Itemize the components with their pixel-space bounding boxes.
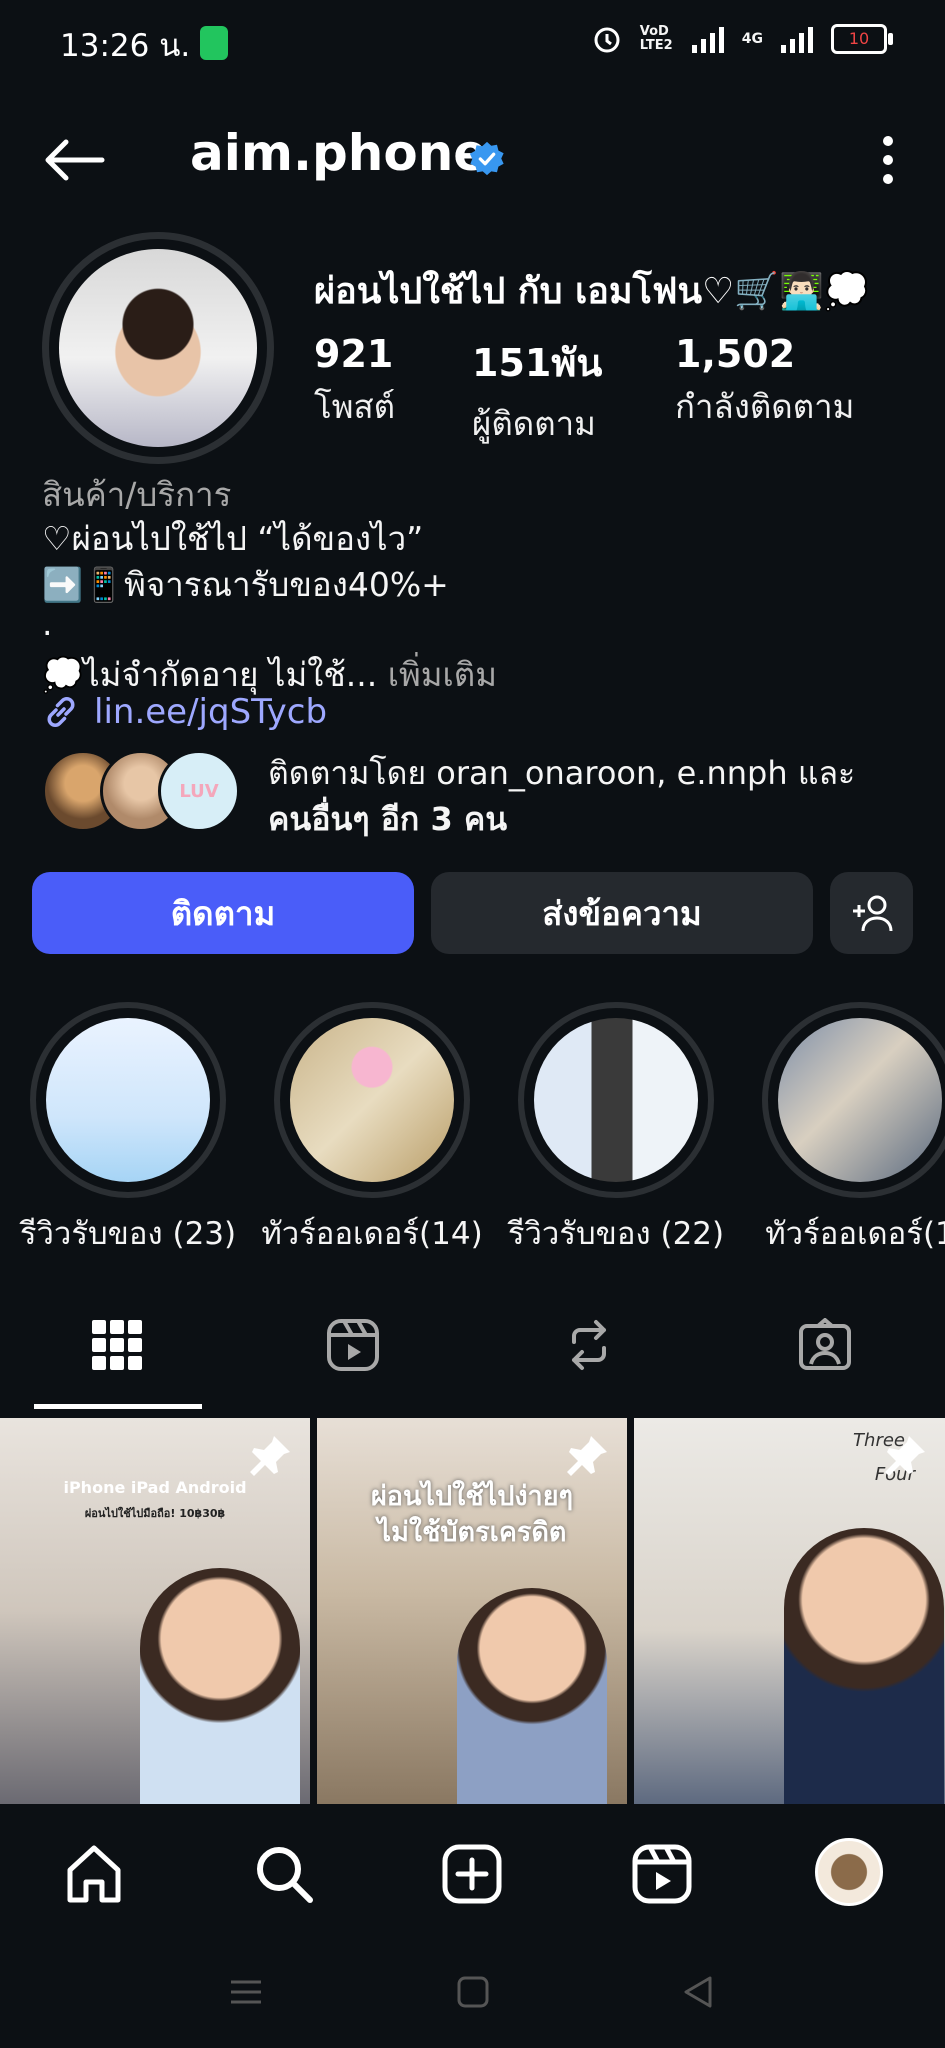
highlight-label: ทัวร์ออเดอร์(1 [765, 1216, 945, 1252]
highlight[interactable]: ทัวร์ออเดอร์(1 [762, 1002, 945, 1258]
create-icon[interactable] [440, 1842, 504, 1906]
menu-icon[interactable] [228, 1974, 264, 2010]
bio-more-link[interactable]: เพิ่มเติม [388, 655, 497, 694]
highlight-ring [762, 1002, 945, 1198]
post-caption: ผ่อนไปใช้ไปมือถือ! 10฿30฿ [84, 1507, 226, 1520]
add-user-icon [852, 895, 892, 932]
highlight-ring [274, 1002, 470, 1198]
home-icon[interactable] [62, 1842, 126, 1906]
highlight[interactable]: ทัวร์ออเดอร์(14) [261, 1002, 483, 1258]
active-tab-indicator [34, 1404, 202, 1409]
profile-avatar[interactable] [42, 232, 274, 464]
followed-others: คนอื่นๆ อีก 3 คน [268, 800, 508, 838]
post-person [457, 1588, 607, 1804]
verified-badge-icon [469, 141, 504, 176]
highlight-cover [290, 1018, 454, 1182]
volte-indicator: VoD LTE2 [639, 24, 673, 53]
stat-label: โพสต์ [314, 387, 396, 426]
highlight-cover [534, 1018, 698, 1182]
highlight-label: รีวิวรับของ (22) [507, 1216, 725, 1252]
stat-followers[interactable]: 151พัน ผู้ติดตาม [472, 332, 602, 450]
pin-icon [567, 1436, 607, 1476]
profile-avatar[interactable] [815, 1838, 883, 1906]
username: aim.phone [190, 124, 488, 182]
stat-value: 151พัน [472, 341, 603, 385]
post-caption: iPhone iPad Android [63, 1478, 247, 1497]
stat-label: กำลังติดตาม [675, 387, 855, 426]
follower-avatar: LUV [158, 750, 240, 832]
back-arrow-icon[interactable] [42, 138, 106, 182]
home-square-icon[interactable] [455, 1974, 491, 2010]
highlight[interactable]: รีวิวรับของ (22) [508, 1002, 724, 1258]
profile-link-text: lin.ee/jqSTycb [94, 692, 328, 732]
battery-level: 10 [848, 29, 870, 48]
search-icon[interactable] [252, 1842, 316, 1906]
follow-button[interactable]: ติดตาม [32, 872, 414, 954]
highlight-cover [778, 1018, 942, 1182]
signal-icon [691, 25, 724, 53]
system-nav [0, 1936, 945, 2048]
highlight-label: รีวิวรับของ (23) [19, 1216, 237, 1252]
status-icons: VoD LTE2 4G 10 [592, 24, 893, 54]
avatar-image [59, 249, 257, 447]
post-caption: ไม่ใช้บัตรเครดิต [377, 1517, 567, 1548]
pin-icon [885, 1436, 925, 1476]
highlight-label: ทัวร์ออเดอร์(14) [261, 1216, 483, 1252]
profile-link[interactable]: lin.ee/jqSTycb [42, 692, 327, 732]
back-triangle-icon[interactable] [680, 1974, 716, 2010]
suggested-users-button[interactable] [830, 872, 913, 954]
reels-icon[interactable] [326, 1318, 380, 1372]
signal-icon-2 [781, 25, 813, 53]
bio-line: . [42, 604, 53, 643]
bio-line: 💭ไม่จำกัดอายุ ไม่ใช้... [42, 655, 378, 694]
tagged-icon[interactable] [798, 1318, 852, 1372]
followed-by-text: ติดตามโดย oran_onaroon, e.nnph และ คนอื่… [268, 750, 938, 842]
followed-names: oran_onaroon, e.nnph [436, 754, 788, 792]
reels-icon[interactable] [630, 1842, 694, 1906]
charging-battery-icon [200, 26, 228, 60]
bio-line: ➡️📱พิจารณารับของ40%+ [42, 565, 449, 604]
bottom-nav [0, 1806, 945, 1936]
highlight-ring [518, 1002, 714, 1198]
display-name: ผ่อนไปใช้ไป กับ เอมโฟน♡🛒👨🏻‍💻💭 [314, 271, 869, 312]
post-tile[interactable]: ผ่อนไปใช้ไปง่ายๆ ไม่ใช้บัตรเครดิต [317, 1418, 627, 1804]
more-vertical-icon[interactable] [881, 134, 895, 186]
highlight-ring [30, 1002, 226, 1198]
post-tile[interactable]: iPhone iPad Android ผ่อนไปใช้ไปมือถือ! 1… [0, 1418, 310, 1804]
post-person [784, 1528, 944, 1804]
network-type: 4G [741, 31, 763, 47]
stat-following[interactable]: 1,502 กำลังติดตาม [675, 332, 854, 433]
grid-icon[interactable] [90, 1318, 144, 1372]
stat-value: 921 [314, 332, 394, 376]
stat-posts[interactable]: 921 โพสต์ [314, 332, 395, 433]
highlight-cover [46, 1018, 210, 1182]
status-time: 13:26 น. [60, 28, 191, 64]
alarm-icon [594, 27, 620, 53]
message-button[interactable]: ส่งข้อความ [431, 872, 813, 954]
post-tile[interactable]: Three Four [634, 1418, 945, 1804]
pin-icon [250, 1436, 290, 1476]
stat-value: 1,502 [675, 332, 796, 376]
battery-icon: 10 [831, 24, 893, 54]
post-person [140, 1568, 300, 1804]
followed-prefix: ติดตามโดย [268, 754, 437, 792]
link-icon [47, 697, 75, 727]
stat-label: ผู้ติดตาม [472, 404, 596, 443]
highlight[interactable]: รีวิวรับของ (23) [20, 1002, 236, 1258]
followed-and: และ [787, 754, 856, 792]
reposts-icon[interactable] [562, 1318, 616, 1372]
